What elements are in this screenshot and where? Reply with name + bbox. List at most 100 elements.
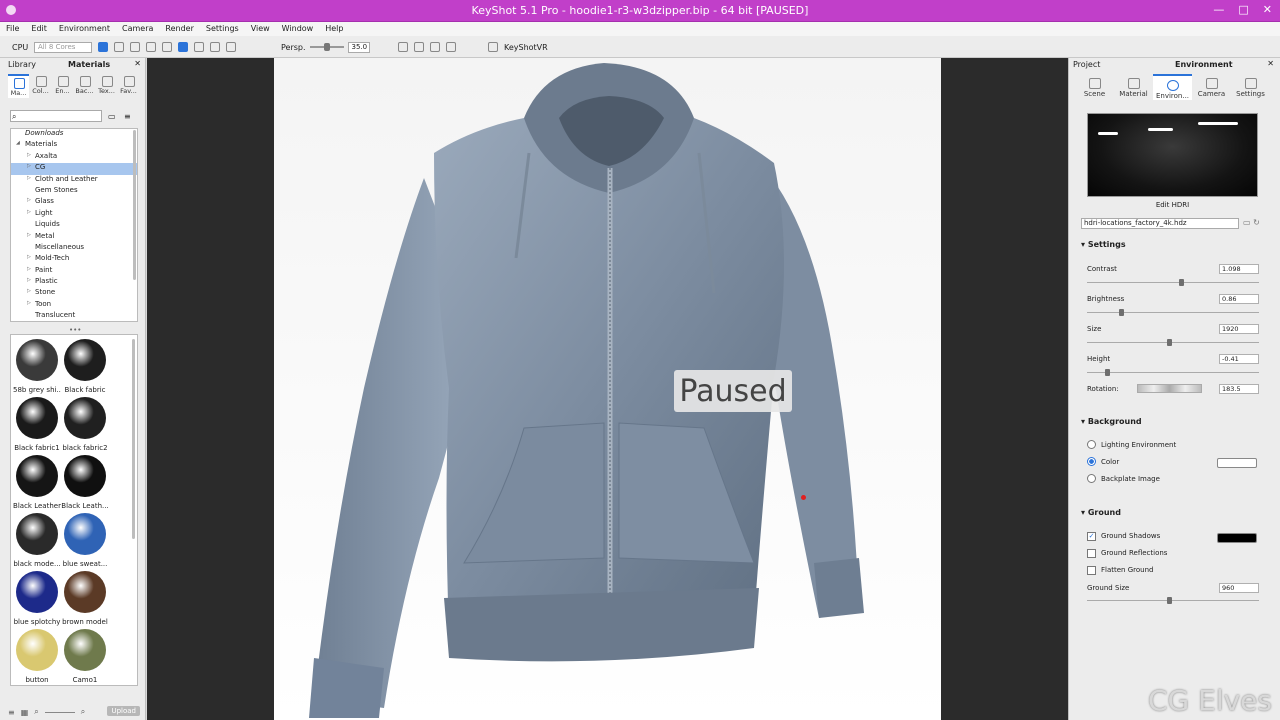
zoom-in-icon[interactable]: ⌕ [81,707,85,717]
clone-icon[interactable] [146,42,156,52]
thumb-size-slider[interactable] [44,711,75,713]
ground-reflections-checkbox[interactable] [1087,549,1096,558]
material-thumb[interactable]: Black Leather [13,453,61,511]
tree-item[interactable]: Liquids [11,220,137,231]
tree-materials-root[interactable]: ◢ Materials [11,140,137,151]
height-input[interactable]: -0.41 [1219,354,1259,364]
tab-textures[interactable]: Tex... [96,74,117,98]
material-thumb[interactable]: black fabric2 [61,395,109,453]
tree-downloads[interactable]: Downloads [11,129,137,140]
ground-size-input[interactable]: 960 [1219,583,1259,593]
grid-icon[interactable] [398,42,408,52]
hdri-preview[interactable] [1087,113,1258,197]
material-thumb[interactable]: brown model [61,569,109,627]
background-section-header[interactable]: Background [1081,417,1142,426]
menu-camera[interactable]: Camera [116,22,159,36]
close-button[interactable]: ✕ [1263,3,1272,16]
tab-colors[interactable]: Col... [30,74,51,98]
tab-environment[interactable]: Environ... [1153,74,1192,100]
bg-backplate-radio[interactable] [1087,474,1096,483]
contrast-slider[interactable] [1087,279,1259,286]
rotation-input[interactable]: 183.5 [1219,384,1259,394]
cross-icon[interactable] [430,42,440,52]
tree-item[interactable]: Translucent [11,311,137,321]
tab-scene[interactable]: Scene [1075,74,1114,100]
panel-close-icon[interactable]: ✕ [1267,59,1274,68]
tab-camera[interactable]: Camera [1192,74,1231,100]
menu-view[interactable]: View [245,22,276,36]
tree-item[interactable]: ▷ Paint [11,266,137,277]
download-icon[interactable] [226,42,236,52]
list-view-icon[interactable]: ≡ [8,708,15,717]
render-icon[interactable] [162,42,172,52]
ground-section-header[interactable]: Ground [1081,508,1121,517]
bg-lighting-radio[interactable] [1087,440,1096,449]
material-thumb[interactable]: Black fabric [61,337,109,395]
menu-environment[interactable]: Environment [53,22,116,36]
maximize-button[interactable]: □ [1238,3,1248,16]
material-thumb[interactable]: black mode... [13,511,61,569]
slider-knob[interactable] [1105,369,1111,376]
settings-section-header[interactable]: Settings [1081,240,1126,249]
menu-file[interactable]: File [0,22,25,36]
ground-shadows-checkbox[interactable]: ✓ [1087,532,1096,541]
panel-close-icon[interactable]: ✕ [134,59,141,68]
bg-color-radio[interactable] [1087,457,1096,466]
tree-scrollbar[interactable] [133,130,136,280]
tab-materials[interactable]: Ma... [8,74,29,98]
zoom-out-icon[interactable]: ⌕ [34,707,38,717]
library-search-input[interactable] [10,110,102,122]
render-canvas[interactable]: Paused [274,58,941,720]
rotation-dial[interactable] [1137,384,1202,393]
material-thumb[interactable]: blue sweat... [61,511,109,569]
tree-item[interactable]: ▷ Metal [11,232,137,243]
brightness-input[interactable]: 0.86 [1219,294,1259,304]
material-thumb[interactable]: button [13,627,61,685]
ground-size-slider[interactable] [1087,597,1259,604]
tree-item[interactable]: ▷ Stone [11,288,137,299]
tree-item[interactable]: ▷ Toon [11,300,137,311]
folder-icon[interactable]: ▭ [108,112,116,121]
keyshotvr-button[interactable]: KeyShotVR [504,43,548,52]
menu-window[interactable]: Window [276,22,320,36]
slider-knob[interactable] [1178,279,1184,286]
material-thumb[interactable]: 58b grey shi... [13,337,61,395]
tree-item[interactable]: Miscellaneous [11,243,137,254]
grid-view-icon[interactable]: ▦ [21,708,29,717]
render-viewport[interactable]: Paused [147,58,1068,720]
tab-backplates[interactable]: Bac... [74,74,95,98]
brightness-slider[interactable] [1087,309,1259,316]
ground-shadow-swatch[interactable] [1217,533,1257,543]
flatten-ground-checkbox[interactable] [1087,566,1096,575]
tab-favorites[interactable]: Fav... [118,74,139,98]
turntable-icon[interactable] [194,42,204,52]
hdri-file-field[interactable]: hdri-locations_factory_4k.hdz [1081,218,1239,229]
tab-material[interactable]: Material [1114,74,1153,100]
tree-item[interactable]: ▷ Light [11,209,137,220]
tree-item[interactable]: Gem Stones [11,186,137,197]
tree-item[interactable]: ▷ Cloth and Leather [11,175,137,186]
gear-icon[interactable] [446,42,456,52]
list-icon[interactable]: ≡ [124,112,131,121]
slider-knob[interactable] [1118,309,1124,316]
tree-item[interactable]: ▷ Mold-Tech [11,254,137,265]
region-icon[interactable] [114,42,124,52]
bg-color-swatch[interactable] [1217,458,1257,468]
menu-render[interactable]: Render [159,22,199,36]
menu-settings[interactable]: Settings [200,22,245,36]
fov-slider[interactable] [309,43,344,51]
expand-icon[interactable] [210,42,220,52]
edit-hdri-button[interactable]: Edit HDRI [1087,201,1258,209]
size-input[interactable]: 1920 [1219,324,1259,334]
fov-input[interactable]: 35.0 [347,41,370,53]
slider-knob[interactable] [1167,597,1173,604]
screenshot-icon[interactable] [130,42,140,52]
material-thumb[interactable]: Black fabric1 [13,395,61,453]
material-thumb[interactable]: Camo1 [61,627,109,685]
size-slider[interactable] [1087,339,1259,346]
material-thumb[interactable]: Black Leath... [61,453,109,511]
cores-select[interactable]: All 8 Cores [34,41,92,53]
reload-icon[interactable] [178,42,188,52]
upload-button[interactable]: Upload [107,706,140,716]
tab-environments[interactable]: En... [52,74,73,98]
